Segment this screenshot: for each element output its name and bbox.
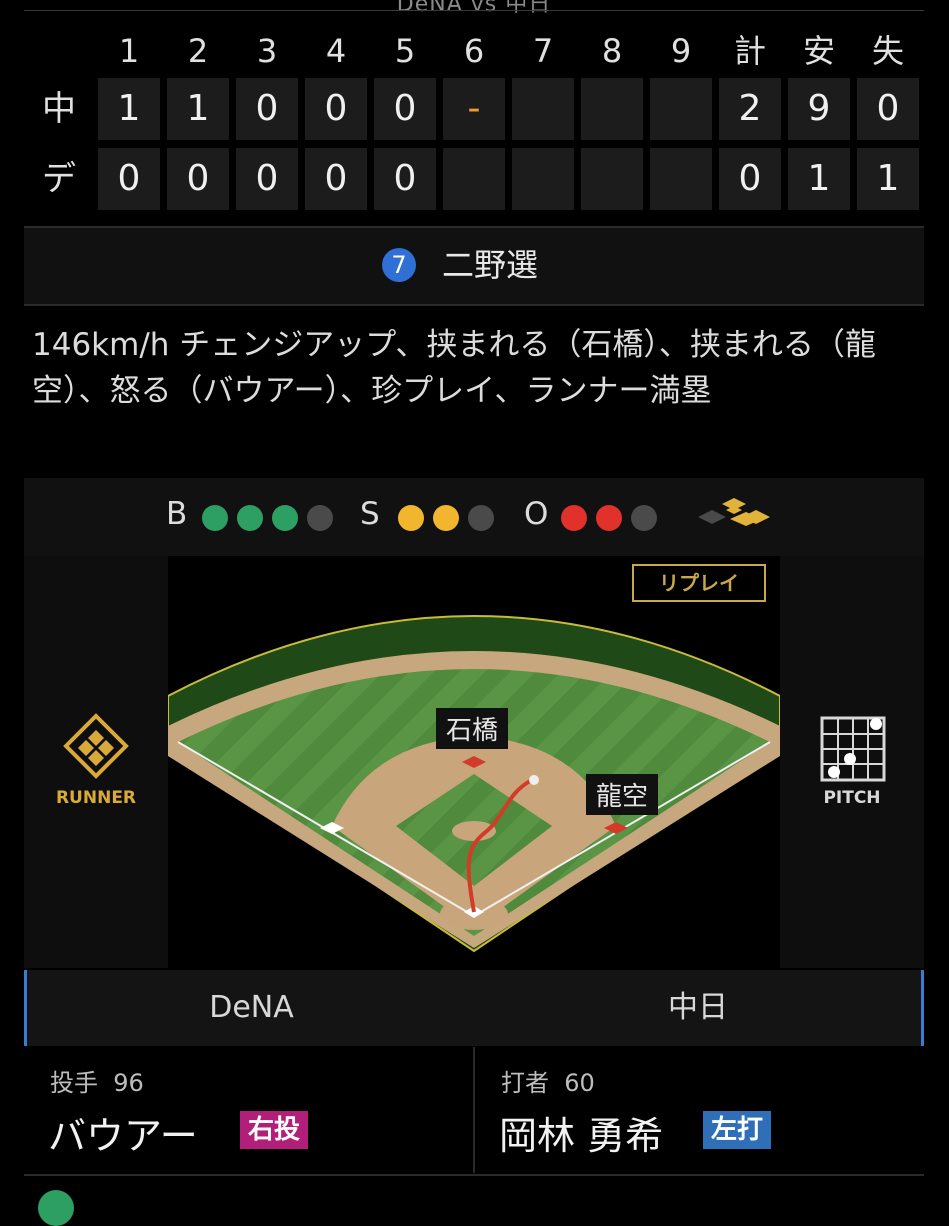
inning-score bbox=[443, 148, 505, 210]
ball-dot bbox=[307, 505, 333, 531]
inning-header: 6 bbox=[463, 32, 485, 70]
throw-hand-badge: 右投 bbox=[240, 1111, 309, 1149]
pitcher-name: バウアー bbox=[48, 1114, 198, 1158]
inning-score bbox=[581, 78, 643, 140]
next-play-badge-icon bbox=[38, 1190, 74, 1226]
baseball-field bbox=[168, 615, 780, 953]
pitch-icon bbox=[820, 716, 886, 782]
total-runs: 2 bbox=[719, 78, 781, 140]
play-result: 二野選 bbox=[442, 246, 539, 284]
outs-label: O bbox=[524, 496, 549, 532]
pitcher-box[interactable]: 投手 96 バウアー 右投 bbox=[24, 1047, 473, 1173]
field-area: RUNNER リプレイ 石橋 龍空 PITCH bbox=[24, 556, 924, 968]
bat-hand-badge: 左打 bbox=[703, 1111, 772, 1149]
strikes-label: S bbox=[360, 496, 380, 532]
replay-button[interactable]: リプレイ bbox=[632, 564, 766, 602]
inning-header: 3 bbox=[256, 32, 278, 70]
ball-dot bbox=[237, 505, 263, 531]
score-row-home: デ 0 0 0 0 0 0 1 1 bbox=[24, 148, 924, 210]
count-bar: B S O bbox=[24, 478, 924, 556]
app-screen: { "header": { "title": "DeNA vs 中日" }, "… bbox=[0, 0, 949, 1226]
tab-team-left[interactable]: DeNA bbox=[24, 970, 476, 1046]
total-hits: 1 bbox=[788, 148, 850, 210]
inning-score: 0 bbox=[305, 78, 367, 140]
score-row-away: 中 1 1 0 0 0 - 2 9 0 bbox=[24, 78, 924, 140]
inning-score: 0 bbox=[374, 78, 436, 140]
inning-header: 1 bbox=[118, 32, 140, 70]
total-runs-header: 計 bbox=[733, 32, 766, 70]
strike-dot bbox=[433, 505, 459, 531]
errors-header: 失 bbox=[871, 32, 904, 70]
inning-header: 7 bbox=[532, 32, 554, 70]
batter-name: 岡林 勇希 bbox=[499, 1114, 664, 1158]
strike-dot bbox=[398, 505, 424, 531]
ball-dot bbox=[202, 505, 228, 531]
inning-score: 0 bbox=[167, 148, 229, 210]
fielder-label: 石橋 bbox=[436, 708, 509, 749]
team-abbr: デ bbox=[42, 159, 76, 199]
total-runs: 0 bbox=[719, 148, 781, 210]
inning-score: 0 bbox=[98, 148, 160, 210]
play-result-bar[interactable]: 7 二野選 bbox=[24, 228, 924, 304]
inning-score: 1 bbox=[98, 78, 160, 140]
batter-box[interactable]: 打者 60 岡林 勇希 左打 bbox=[475, 1047, 924, 1173]
fielder-label: 龍空 bbox=[586, 774, 659, 815]
runner-panel[interactable]: RUNNER bbox=[24, 556, 168, 968]
inning-score bbox=[650, 78, 712, 140]
play-number-badge: 7 bbox=[382, 248, 416, 282]
tab-team-right[interactable]: 中日 bbox=[475, 970, 924, 1046]
balls-label: B bbox=[166, 496, 188, 532]
pitch-label: PITCH bbox=[823, 788, 881, 808]
inning-score bbox=[581, 148, 643, 210]
inning-score bbox=[512, 148, 574, 210]
batter-role: 打者 60 bbox=[501, 1069, 595, 1097]
pitch-panel[interactable]: PITCH bbox=[780, 556, 924, 968]
runner-icon bbox=[63, 713, 129, 779]
inning-score: 0 bbox=[374, 148, 436, 210]
out-dot bbox=[631, 505, 657, 531]
team-abbr: 中 bbox=[42, 89, 76, 129]
out-dot bbox=[596, 505, 622, 531]
game-panel: DeNA vs 中日 1 2 3 4 5 6 7 8 9 計 安 失 中 1 1… bbox=[24, 0, 924, 1226]
inning-score: 1 bbox=[167, 78, 229, 140]
inning-score bbox=[650, 148, 712, 210]
inning-score: 0 bbox=[236, 148, 298, 210]
inning-score-current: - bbox=[443, 78, 505, 140]
strike-dot bbox=[468, 505, 494, 531]
inning-header: 8 bbox=[601, 32, 623, 70]
divider bbox=[24, 304, 924, 306]
bases-occupied-icon bbox=[698, 498, 770, 526]
total-errors: 0 bbox=[857, 78, 919, 140]
pitcher-role: 投手 96 bbox=[50, 1069, 144, 1097]
header-divider bbox=[24, 10, 924, 11]
out-dot bbox=[561, 505, 587, 531]
hits-header: 安 bbox=[802, 32, 835, 70]
divider bbox=[24, 1174, 924, 1176]
inning-score: 0 bbox=[305, 148, 367, 210]
inning-score bbox=[512, 78, 574, 140]
inning-header: 9 bbox=[670, 32, 692, 70]
total-errors: 1 bbox=[857, 148, 919, 210]
game-title: DeNA vs 中日 bbox=[396, 0, 552, 17]
inning-header: 4 bbox=[325, 32, 347, 70]
ball-dot bbox=[272, 505, 298, 531]
inning-header: 5 bbox=[394, 32, 416, 70]
play-description: 146km/h チェンジアップ、挟まれる（石橋）、挟まれる（龍空）、怒る（バウア… bbox=[32, 327, 876, 409]
runner-label: RUNNER bbox=[55, 788, 137, 808]
inning-score: 0 bbox=[236, 78, 298, 140]
inning-header: 2 bbox=[187, 32, 209, 70]
total-hits: 9 bbox=[788, 78, 850, 140]
